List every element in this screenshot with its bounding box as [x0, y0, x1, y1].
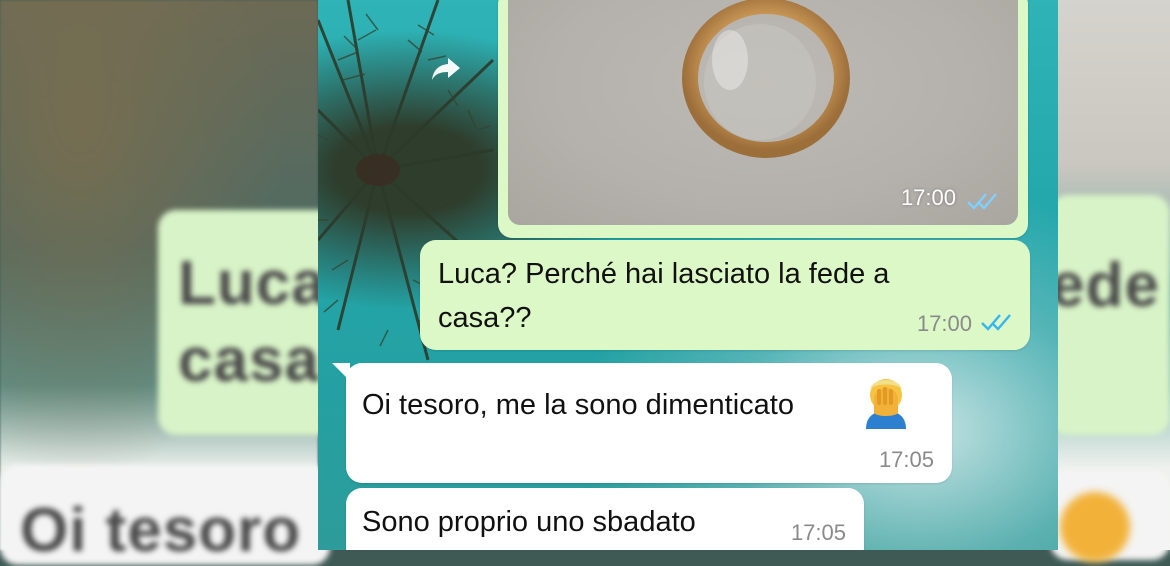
- image-message-bubble[interactable]: 17:00: [498, 0, 1028, 238]
- message-time: 17:05: [790, 520, 846, 545]
- double-check-icon: [981, 314, 1011, 331]
- blurred-emoji: [1060, 492, 1130, 562]
- blurred-text: Luca: [178, 249, 327, 318]
- double-check-icon: [967, 193, 997, 210]
- message-time: 17:05: [878, 447, 934, 472]
- message-text: Luca? Perché hai lasciato la fede a casa…: [438, 258, 890, 334]
- incoming-message[interactable]: Sono proprio uno sbadato 17:05: [346, 488, 864, 550]
- message-text: Sono proprio uno sbadato: [362, 506, 696, 538]
- blurred-text: casa: [178, 326, 320, 395]
- message-text: Oi tesoro, me la sono dimenticato: [362, 389, 794, 421]
- facepalm-emoji: [866, 379, 906, 429]
- ring-photo[interactable]: 17:00: [508, 0, 1018, 225]
- blurred-text: Oi tesoro: [20, 496, 302, 565]
- chat-panel[interactable]: 17:00 Luca? Perché hai lasciato la fede …: [318, 0, 1058, 550]
- outgoing-message[interactable]: Luca? Perché hai lasciato la fede a casa…: [420, 240, 1030, 350]
- forward-icon[interactable]: [428, 50, 464, 86]
- message-time: 17:00: [916, 311, 972, 336]
- message-time: 17:00: [900, 185, 956, 210]
- bubble-tail: [332, 363, 350, 381]
- incoming-message[interactable]: Oi tesoro, me la sono dimenticato 17:05: [332, 363, 952, 483]
